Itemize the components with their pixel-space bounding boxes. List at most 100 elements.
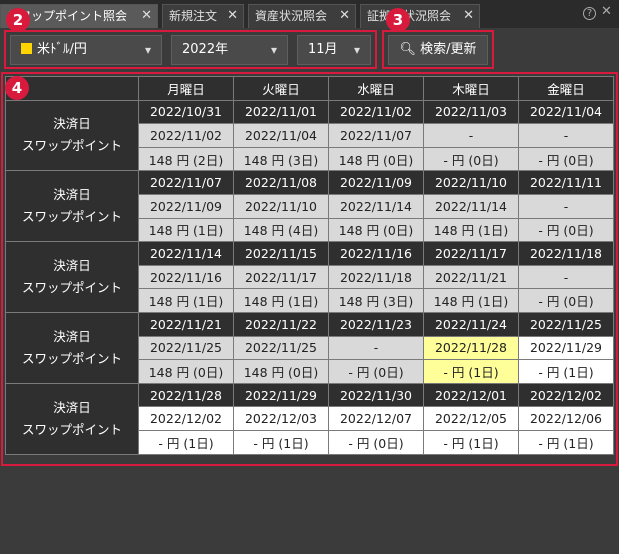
swap-point-cell: 148 円 (1日) [138,217,234,243]
settlement-date-label: 決済日 [53,399,91,415]
settlement-date-label: 決済日 [53,187,91,203]
swap-point-cell: 148 円 (0日) [138,359,234,384]
trade-date-cell: 2022/12/01 [423,382,519,408]
date-row: 決済日 スワップポイント 2022/11/14 2022/11/15 2022/11/1… [5,241,614,313]
search-update-label: 検索/更新 [420,42,477,57]
month-value: 11月 [308,42,338,57]
settlement-date-cell: 2022/12/03 [233,406,329,431]
weekday-header: 木曜日 [423,76,519,101]
help-icon[interactable]: ? [583,7,596,20]
callout-badge: 2 [6,8,30,32]
swap-point-cell: 148 円 (4日) [233,217,329,243]
settlement-date-label: 決済日 [53,116,91,132]
date-row: 決済日 スワップポイント 2022/11/07 2022/11/08 2022/11/0… [5,170,614,243]
swap-point-cell: - 円 (1日) [423,429,519,455]
trade-date-cell: 2022/11/04 [518,99,614,125]
swap-point-cell: - 円 (1日) [233,429,329,455]
row-label: 決済日 スワップポイント [5,241,139,313]
swap-point-window: スワップポイント照会 ✕ 新規注文 ✕ 資産状況照会 ✕ 証拠金状況照会 ✕ ?… [0,0,619,554]
trade-date-cell: 2022/11/17 [423,241,519,266]
trade-date-cell: 2022/11/07 [138,170,234,195]
trade-date-cell: 2022/11/08 [233,170,329,195]
swap-point-table: 月曜日 火曜日 水曜日 木曜日 金曜日 決済日 スワップポイント 2022/10/3… [5,76,614,455]
trade-date-cell: 2022/11/28 [138,382,234,408]
date-row: 決済日 スワップポイント 2022/11/21 2022/11/22 2022/11/2… [5,311,614,384]
trade-date-cell: 2022/11/10 [423,170,519,195]
tab-asset-status[interactable]: 資産状況照会 ✕ [248,4,356,28]
row-label: 決済日スワップポイント [5,382,139,455]
close-icon[interactable]: ✕ [463,5,474,27]
swap-point-cell: 148 円 (1日) [233,288,329,313]
trade-date-cell: 2022/11/03 [423,99,519,125]
date-row: 決済日 スワップポイント 2022/10/31 2022/11/01 2022/11/0… [5,99,614,172]
row-label: 決済日スワップポイント [5,311,139,384]
settlement-date-cell: 2022/12/05 [423,406,519,431]
settlement-date-cell: 2022/11/17 [233,264,329,290]
close-icon[interactable]: ✕ [141,5,152,27]
tab-margin-status[interactable]: 証拠金状況照会 ✕ [360,4,480,28]
settlement-date-cell: - [328,335,424,361]
tab-bar: スワップポイント照会 ✕ 新規注文 ✕ 資産状況照会 ✕ 証拠金状況照会 ✕ ?… [0,0,619,28]
weekday-header: 水曜日 [328,76,424,101]
search-update-button[interactable]: 🔍︎ 検索/更新 [388,35,488,65]
window-close-icon[interactable]: ✕ [601,4,612,19]
swap-point-label: スワップポイント [21,209,122,225]
settlement-date-cell: 2022/11/16 [138,264,234,290]
settlement-date-label: 決済日 [53,328,91,344]
weekday-header-row: 月曜日 火曜日 水曜日 木曜日 金曜日 [5,76,614,101]
settlement-date-cell: 2022/11/28 [423,335,519,361]
settlement-date-cell: 2022/11/14 [328,193,424,219]
trade-date-cell: 2022/11/02 [328,99,424,125]
swap-point-cell: - 円 (0日) [423,146,519,172]
tab-label: 資産状況照会 [255,9,328,23]
row-label: 決済日スワップポイント [5,99,139,172]
chevron-down-icon: ▾ [270,43,277,57]
settlement-date-cell: 2022/12/06 [518,406,614,431]
settlement-date-cell: 2022/11/25 [233,335,329,361]
settlement-date-cell: - [518,123,614,148]
swap-point-cell: - 円 (0日) [518,146,614,172]
settlement-date-cell: - [518,264,614,290]
swap-point-cell: - 円 (0日) [328,429,424,455]
trade-date-cell: 2022/11/15 [233,241,329,266]
trade-date-cell: 2022/11/11 [518,170,614,195]
row-label: 決済日スワップポイント [5,170,139,243]
trade-date-cell: 2022/11/23 [328,311,424,337]
currency-pair-select[interactable]: 米ﾄﾞﾙ/円 ▾ [10,35,162,65]
swap-point-cell: 148 円 (1日) [423,288,519,313]
weekday-header: 火曜日 [233,76,329,101]
settlement-date-cell: 2022/11/21 [423,264,519,290]
close-icon[interactable]: ✕ [339,5,350,27]
swap-point-label: スワップポイント [21,421,122,437]
currency-color-swatch [21,43,32,54]
trade-date-cell: 2022/10/31 [138,99,234,125]
swap-point-label: スワップポイント [21,350,122,366]
settlement-date-cell: - [518,193,614,219]
swap-point-cell: 148 円 (0日) [233,359,329,384]
swap-point-label: スワップポイント [21,138,122,154]
currency-pair-value: 米ﾄﾞﾙ/円 [37,42,87,57]
month-select[interactable]: 11月 ▾ [297,35,371,65]
swap-point-cell: - 円 (0日) [518,217,614,243]
date-row: 決済日 スワップポイント 2022/11/28 2022/11/29 2022/11/3… [5,382,614,455]
swap-point-cell: 148 円 (0日) [328,217,424,243]
swap-point-cell: 148 円 (3日) [233,146,329,172]
swap-point-cell: - 円 (0日) [328,359,424,384]
trade-date-cell: 2022/11/01 [233,99,329,125]
trade-date-cell: 2022/11/30 [328,382,424,408]
callout-badge: 4 [5,76,29,100]
trade-date-cell: 2022/11/16 [328,241,424,266]
swap-point-cell: - 円 (1日) [518,429,614,455]
year-select[interactable]: 2022年 ▾ [171,35,288,65]
settlement-date-cell: - [423,123,519,148]
trade-date-cell: 2022/11/25 [518,311,614,337]
settlement-date-label: 決済日 [53,258,91,274]
settlement-date-cell: 2022/11/14 [423,193,519,219]
trade-date-cell: 2022/11/18 [518,241,614,266]
close-icon[interactable]: ✕ [227,5,238,27]
tab-label: 新規注文 [169,9,218,23]
trade-date-cell: 2022/11/22 [233,311,329,337]
swap-point-cell: 148 円 (1日) [138,288,234,313]
tab-new-order[interactable]: 新規注文 ✕ [162,4,244,28]
chevron-down-icon: ▾ [144,43,151,57]
